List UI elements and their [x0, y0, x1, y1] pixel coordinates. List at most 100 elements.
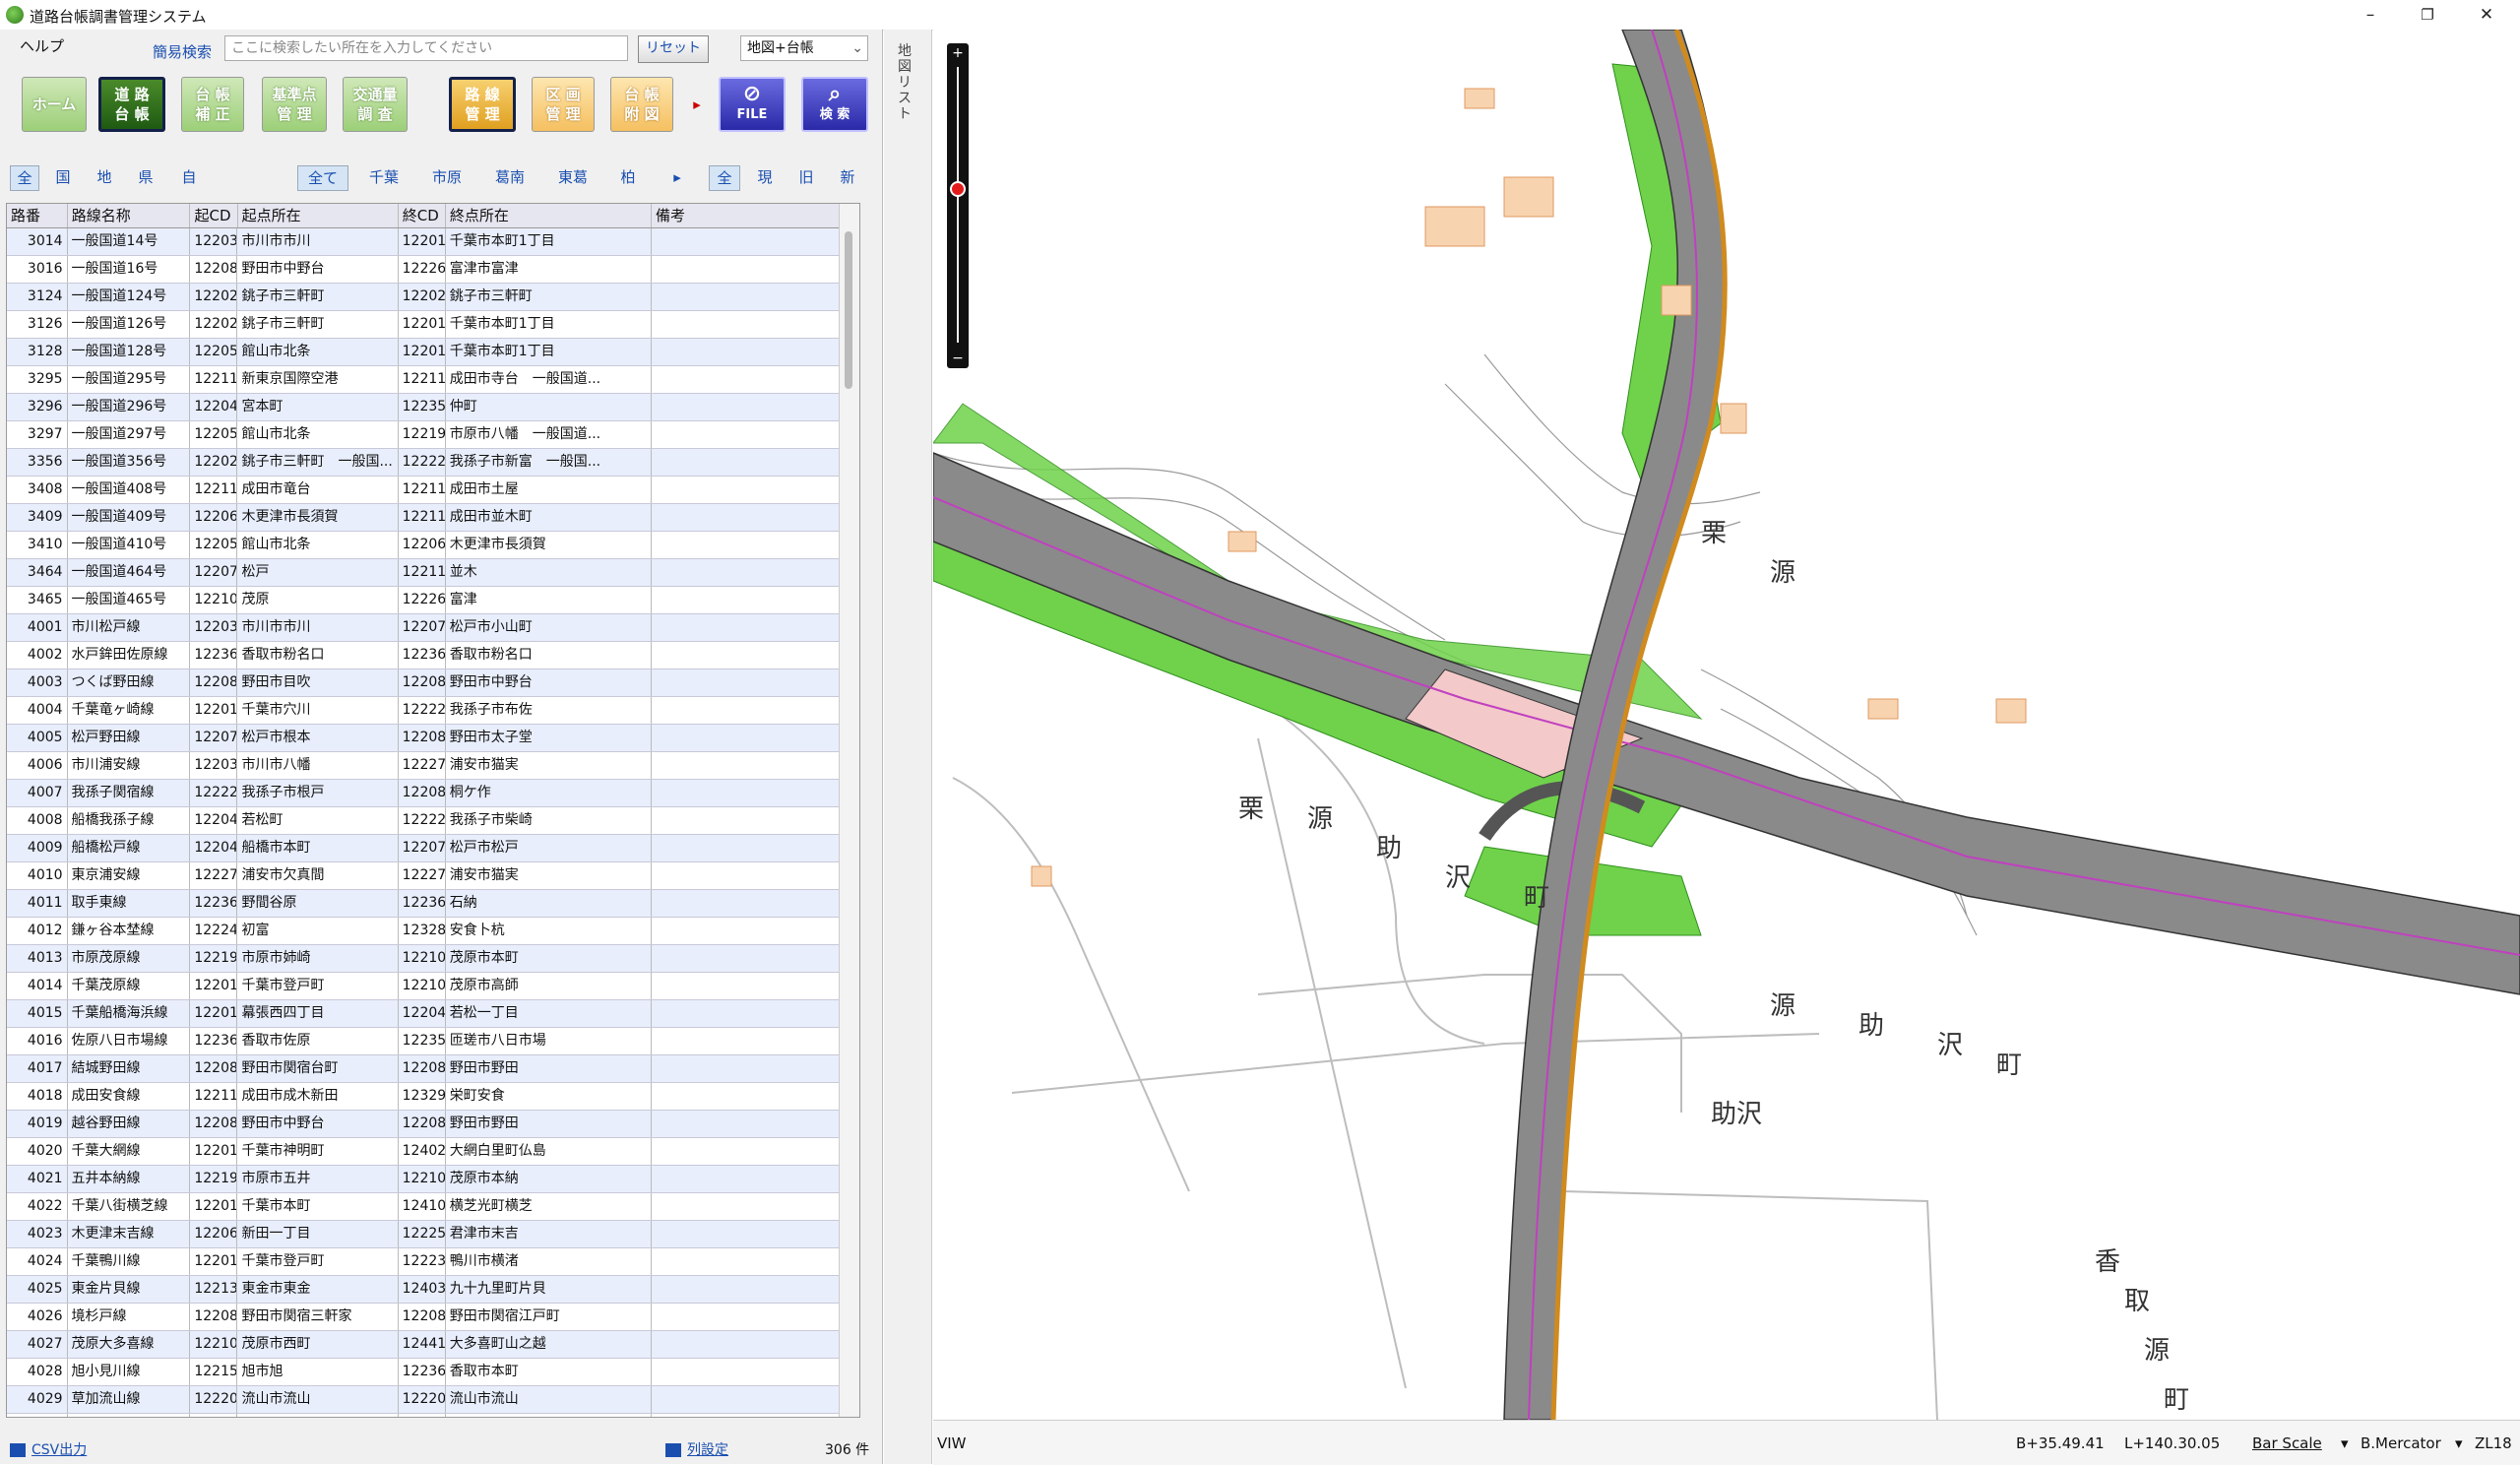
- table-row[interactable]: 4012 鎌ヶ谷本埜線 12224 初富 12328 安食卜杭: [7, 918, 859, 945]
- table-row[interactable]: 3016 一般国道16号 12208 野田市中野台 12226 富津市富津: [7, 256, 859, 284]
- table-row[interactable]: 4018 成田安食線 12211 成田市成木新田 12329 栄町安食: [7, 1083, 859, 1111]
- benchmark-button[interactable]: 基準点 管 理: [262, 77, 327, 132]
- col-end-cd[interactable]: 終CD: [399, 204, 446, 227]
- ledger-attach-button[interactable]: 台 帳 附 図: [610, 77, 673, 132]
- scrollbar-thumb[interactable]: [845, 231, 852, 389]
- col-route-name[interactable]: 路線名称: [68, 204, 191, 227]
- col-start-loc[interactable]: 起点所在: [238, 204, 399, 227]
- search-button[interactable]: ⌕ 検 索: [801, 77, 868, 132]
- tab-scroll-arrow[interactable]: ▸: [667, 165, 687, 189]
- tab-new[interactable]: 新: [833, 165, 862, 189]
- reset-button[interactable]: リセット: [638, 35, 709, 63]
- tab-current[interactable]: 現: [750, 165, 780, 189]
- mode-select[interactable]: 地図+台帳 ⌄: [740, 35, 868, 61]
- table-row[interactable]: 4015 千葉船橋海浜線 12201 幕張西四丁目 12204 若松一丁目: [7, 1000, 859, 1028]
- tab-tokatsu[interactable]: 東葛: [549, 165, 597, 189]
- table-row[interactable]: 4005 松戸野田線 12207 松戸市根本 12208 野田市太子堂: [7, 725, 859, 752]
- table-row[interactable]: 4007 我孫子関宿線 12222 我孫子市根戸 12208 桐ケ作: [7, 780, 859, 807]
- map-list-splitter[interactable]: 地図リスト: [884, 30, 932, 1464]
- bar-scale-select[interactable]: Bar Scale: [2252, 1434, 2322, 1452]
- table-row[interactable]: 4010 東京浦安線 12227 浦安市欠真間 12227 浦安市猫実: [7, 862, 859, 890]
- table-row[interactable]: 4022 千葉八街横芝線 12201 千葉市本町 12410 横芝光町横芝: [7, 1193, 859, 1221]
- table-row[interactable]: 4029 草加流山線 12220 流山市流山 12220 流山市流山: [7, 1386, 859, 1414]
- tab-prefecture[interactable]: 県: [132, 165, 159, 189]
- table-row[interactable]: 3410 一般国道410号 12205 館山市北条 12206 木更津市長須賀: [7, 532, 859, 559]
- zoom-slider[interactable]: + −: [947, 43, 969, 368]
- table-row[interactable]: 3297 一般国道297号 12205 館山市北条 12219 市原市八幡 一般国道...: [7, 421, 859, 449]
- col-end-loc[interactable]: 終点所在: [446, 204, 652, 227]
- zoom-knob[interactable]: [950, 181, 966, 197]
- tab-all-type[interactable]: 全: [10, 165, 39, 191]
- more-arrow-icon[interactable]: ▸: [689, 77, 705, 132]
- table-row[interactable]: 4002 水戸鉾田佐原線 12236 香取市粉名口 12236 香取市粉名口: [7, 642, 859, 669]
- map-view[interactable]: 栗 源 栗 源 助 沢 町 源 助 沢 町 助沢 香 取 源 町 + −: [933, 30, 2520, 1420]
- search-input[interactable]: ここに検索したい所在を入力してください: [224, 35, 628, 61]
- table-row[interactable]: 4011 取手東線 12236 野間谷原 12236 石納: [7, 890, 859, 918]
- table-row[interactable]: 4001 市川松戸線 12203 市川市市川 12207 松戸市小山町: [7, 614, 859, 642]
- table-row[interactable]: 4017 結城野田線 12208 野田市関宿台町 12208 野田市野田: [7, 1055, 859, 1083]
- table-row[interactable]: 4013 市原茂原線 12219 市原市姉崎 12210 茂原市本町: [7, 945, 859, 973]
- col-route-no[interactable]: 路番: [7, 204, 68, 227]
- table-row[interactable]: 4016 佐原八日市場線 12236 香取市佐原 12235 匝瑳市八日市場: [7, 1028, 859, 1055]
- close-button[interactable]: ✕: [2467, 2, 2506, 28]
- tab-ichihara[interactable]: 市原: [423, 165, 471, 189]
- zoom-in-icon[interactable]: +: [947, 45, 969, 61]
- table-row[interactable]: 4027 茂原大多喜線 12210 茂原市西町 12441 大多喜町山之越: [7, 1331, 859, 1359]
- col-start-cd[interactable]: 起CD: [190, 204, 238, 227]
- help-menu[interactable]: ヘルプ: [20, 35, 64, 56]
- maximize-button[interactable]: ❐: [2408, 2, 2447, 28]
- table-row[interactable]: 4003 つくば野田線 12208 野田市目吹 12208 野田市中野台: [7, 669, 859, 697]
- map-canvas[interactable]: 栗 源 栗 源 助 沢 町 源 助 沢 町 助沢 香 取 源 町: [933, 30, 2520, 1420]
- table-row[interactable]: 4004 千葉竜ヶ崎線 12201 千葉市穴川 12222 我孫子市布佐: [7, 697, 859, 725]
- table-row[interactable]: 3124 一般国道124号 12202 銚子市三軒町 12202 銚子市三軒町: [7, 284, 859, 311]
- table-row[interactable]: 4008 船橋我孫子線 12204 若松町 12222 我孫子市柴崎: [7, 807, 859, 835]
- table-row[interactable]: 4006 市川浦安線 12203 市川市八幡 12227 浦安市猫実: [7, 752, 859, 780]
- table-row[interactable]: 4014 千葉茂原線 12201 千葉市登戸町 12210 茂原市高師: [7, 973, 859, 1000]
- dropdown-arrow-icon[interactable]: ▾: [2455, 1434, 2463, 1452]
- traffic-survey-button[interactable]: 交通量 調 査: [343, 77, 408, 132]
- tab-chiba[interactable]: 千葉: [360, 165, 408, 189]
- ledger-fix-button[interactable]: 台 帳 補 正: [181, 77, 244, 132]
- home-button[interactable]: ホーム: [22, 77, 87, 132]
- dropdown-arrow-icon[interactable]: ▾: [2341, 1434, 2349, 1452]
- tab-all-status[interactable]: 全: [709, 165, 740, 191]
- tab-self[interactable]: 自: [175, 165, 203, 189]
- table-row[interactable]: 3464 一般国道464号 12207 松戸 12211 並木: [7, 559, 859, 587]
- section-mgmt-button[interactable]: 区 画 管 理: [532, 77, 595, 132]
- table-row[interactable]: 4030飯岡一宮線12215旭市下永井12421一宮町東浪見: [7, 1414, 859, 1417]
- csv-export-link[interactable]: CSV出力: [10, 1439, 87, 1459]
- tab-national[interactable]: 国: [49, 165, 77, 189]
- file-button[interactable]: ⊘ FILE: [719, 77, 786, 132]
- table-row[interactable]: 4020 千葉大網線 12201 千葉市神明町 12402 大網白里町仏島: [7, 1138, 859, 1166]
- table-row[interactable]: 4019 越谷野田線 12208 野田市中野台 12208 野田市野田: [7, 1111, 859, 1138]
- tab-local[interactable]: 地: [91, 165, 118, 189]
- table-row[interactable]: 3296 一般国道296号 12204 宮本町 12235 仲町: [7, 394, 859, 421]
- tab-katsunan[interactable]: 葛南: [486, 165, 534, 189]
- table-row[interactable]: 3295 一般国道295号 12211 新東京国際空港 12211 成田市寺台 一般国道.…: [7, 366, 859, 394]
- minimize-button[interactable]: –: [2351, 2, 2390, 28]
- table-row[interactable]: 4023 木更津末吉線 12206 新田一丁目 12225 君津市末吉: [7, 1221, 859, 1248]
- tab-all-area[interactable]: 全て: [297, 165, 348, 191]
- tab-kashiwa[interactable]: 柏: [610, 165, 646, 189]
- table-row[interactable]: 4025 東金片貝線 12213 東金市東金 12403 九十九里町片貝: [7, 1276, 859, 1304]
- table-row[interactable]: 3409 一般国道409号 12206 木更津市長須賀 12211 成田市並木町: [7, 504, 859, 532]
- table-scrollbar[interactable]: [839, 204, 859, 1417]
- table-row[interactable]: 4021 五井本納線 12219 市原市五井 12210 茂原市本納: [7, 1166, 859, 1193]
- table-row[interactable]: 3465 一般国道465号 12210 茂原 12226 富津: [7, 587, 859, 614]
- table-row[interactable]: 3356 一般国道356号 12202 銚子市三軒町 一般国... 12222 我孫子市新…: [7, 449, 859, 477]
- table-row[interactable]: 3408 一般国道408号 12211 成田市竜台 12211 成田市土屋: [7, 477, 859, 504]
- projection-select[interactable]: B.Mercator: [2361, 1434, 2441, 1452]
- table-row[interactable]: 4024 千葉鴨川線 12201 千葉市登戸町 12223 鴨川市横渚: [7, 1248, 859, 1276]
- table-row[interactable]: 4009 船橋松戸線 12204 船橋市本町 12207 松戸市松戸: [7, 835, 859, 862]
- table-row[interactable]: 3128 一般国道128号 12205 館山市北条 12201 千葉市本町1丁目: [7, 339, 859, 366]
- col-notes[interactable]: 備考: [652, 204, 859, 227]
- table-row[interactable]: 4026 境杉戸線 12208 野田市関宿三軒家 12208 野田市関宿江戸町: [7, 1304, 859, 1331]
- table-row[interactable]: 4028 旭小見川線 12215 旭市旭 12236 香取市本町: [7, 1359, 859, 1386]
- road-ledger-button[interactable]: 道 路 台 帳: [98, 77, 165, 132]
- route-mgmt-button[interactable]: 路 線 管 理: [449, 77, 516, 132]
- table-row[interactable]: 3014 一般国道14号 12203 市川市市川 12201 千葉市本町1丁目: [7, 228, 859, 256]
- zoom-out-icon[interactable]: −: [947, 350, 969, 366]
- tab-old[interactable]: 旧: [791, 165, 821, 189]
- table-row[interactable]: 3126 一般国道126号 12202 銚子市三軒町 12201 千葉市本町1丁目: [7, 311, 859, 339]
- column-settings-link[interactable]: 列設定: [665, 1439, 728, 1459]
